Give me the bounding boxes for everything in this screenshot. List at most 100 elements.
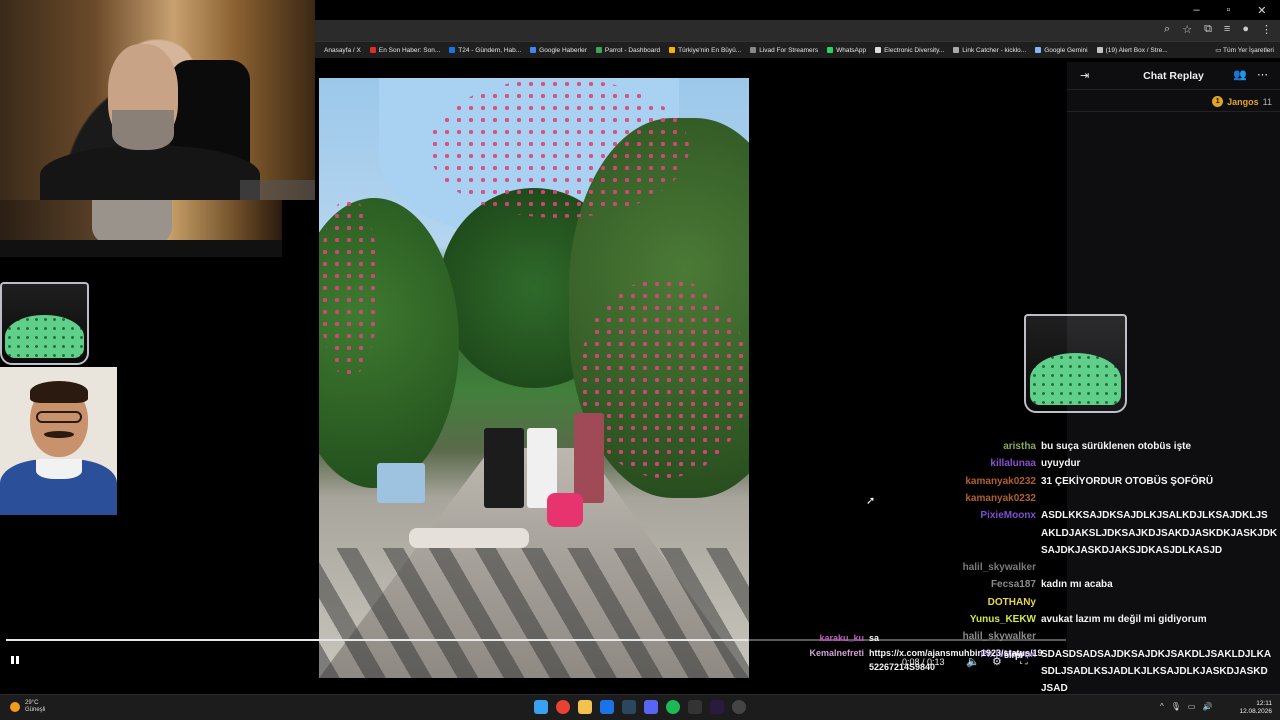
browser-toolbar: ⌕ ☆ ⧉ ≡ ● ⋮ <box>315 20 1280 42</box>
next-app-icon[interactable] <box>710 700 724 714</box>
steam-icon[interactable] <box>622 700 636 714</box>
chat-username[interactable]: halil_skywalker <box>963 628 1036 645</box>
network-icon[interactable]: ▭ <box>1188 702 1196 711</box>
bookmark-favicon-icon <box>827 47 834 53</box>
bookmark-label: En Son Haber: Son... <box>378 46 441 54</box>
divider <box>1067 111 1280 112</box>
pinned-username: Jangos <box>1227 96 1259 107</box>
chat-text: bu suça sürüklenen otobüs işte <box>1041 441 1192 452</box>
discord-icon[interactable] <box>644 700 658 714</box>
clock-date: 12.08.2026 <box>1239 708 1272 715</box>
bookmark-label: Link Catcher - kicklo... <box>962 46 1027 54</box>
bookmark-favicon-icon <box>875 47 882 53</box>
bookmark-item[interactable]: Anasayfa / X <box>324 47 361 54</box>
bookmark-favicon-icon <box>953 47 960 53</box>
bookmark-item[interactable]: WhatsApp <box>827 47 866 54</box>
spotify-icon[interactable] <box>666 700 680 714</box>
user-list-icon[interactable]: 👥 <box>1233 68 1247 81</box>
video-frame[interactable] <box>319 78 749 678</box>
overlay-chat-username[interactable]: Kemalnefreti <box>809 645 864 662</box>
bookmark-favicon-icon <box>449 47 456 53</box>
profile-icon[interactable]: ● <box>1242 23 1249 36</box>
bookmark-item[interactable]: Türkiye'nin En Büyü... <box>669 47 741 54</box>
weather-temp: 29°C <box>25 700 39 706</box>
window-controls: – ▫ ✕ <box>1180 0 1280 20</box>
zoom-icon[interactable]: ⌕ <box>1164 23 1170 36</box>
bookmark-label: Türkiye'nin En Büyü... <box>678 46 742 54</box>
bookmark-item[interactable]: En Son Haber: Son... <box>369 46 441 54</box>
obs-icon[interactable] <box>732 700 746 714</box>
bookmark-item[interactable]: Google Gemini <box>1035 46 1088 54</box>
pause-icon <box>11 656 19 664</box>
video-progress-fill <box>6 639 748 641</box>
extensions-icon[interactable]: ⧉ <box>1204 23 1212 36</box>
clock-time: 12:11 <box>1256 700 1272 707</box>
taskbar: 29°C Güneşli ^ 🎙 ▭ 🔊 12:11 12.08.2026 <box>0 694 1280 720</box>
chat-text: kadın mı acaba <box>1041 579 1113 591</box>
volume-tray-icon[interactable]: 🔊 <box>1202 702 1212 711</box>
chat-text: uyuydur <box>1041 458 1081 470</box>
pinned-count: 11 <box>1262 96 1272 107</box>
bookmark-favicon-icon <box>750 47 757 53</box>
bookmark-item[interactable]: (19) Alert Box / Stre... <box>1096 46 1168 54</box>
rank-badge-icon: 1 <box>1212 96 1224 107</box>
bookmarks-bar: Anasayfa / X En Son Haber: Son... T24 - Gü… <box>315 42 1280 58</box>
chat-username[interactable]: Yunus_KEKW <box>970 611 1036 628</box>
sun-icon <box>10 702 20 712</box>
chat-username[interactable]: aristha <box>1003 438 1036 455</box>
chevron-up-icon[interactable]: ^ <box>1160 702 1164 711</box>
maximize-button[interactable]: ▫ <box>1226 4 1230 16</box>
start-button-icon[interactable] <box>534 700 548 714</box>
weather-widget[interactable]: 29°C Güneşli <box>10 700 45 714</box>
close-button[interactable]: ✕ <box>1257 4 1266 17</box>
chat-text: SAJDKJASKDJAKSJDKASJDLKASJD <box>1041 544 1223 556</box>
more-options-icon[interactable]: ⋯ <box>1257 68 1268 81</box>
bookmark-label: (19) Alert Box / Stre... <box>1105 46 1168 54</box>
list-icon[interactable]: ≡ <box>1224 23 1230 36</box>
bookmark-label: WhatsApp <box>836 46 867 54</box>
bookmark-favicon-icon <box>595 47 602 53</box>
weather-desc: Güneşli <box>25 707 46 713</box>
webcam-main <box>0 0 315 200</box>
bookmark-label: Parrot - Dashboard <box>604 46 661 54</box>
bookmark-favicon-icon <box>369 47 376 53</box>
star-icon[interactable]: ☆ <box>1182 23 1192 36</box>
pause-button[interactable] <box>10 654 24 668</box>
system-tray: ^ 🎙 ▭ 🔊 <box>1160 702 1212 711</box>
bookmark-label: Google Gemini <box>1044 46 1088 54</box>
chat-text: ASDLKKSAJDKSAJDLKJSALKDJLKSAJDKLJS <box>1041 510 1268 522</box>
chat-username[interactable]: kamanyak0232 <box>965 490 1036 507</box>
epic-games-icon[interactable] <box>688 700 702 714</box>
bookmark-item[interactable]: T24 - Gündem, Hab... <box>449 47 521 54</box>
chat-username[interactable]: kamanyak0232 <box>965 473 1036 490</box>
bookmark-favicon-icon <box>1096 47 1103 53</box>
bookmark-favicon-icon <box>1035 47 1042 53</box>
edge-icon[interactable] <box>600 700 614 714</box>
all-bookmarks-button[interactable]: ▭ Tüm Yer İşaretleri <box>1215 42 1274 58</box>
chat-text: SDLJSADLKSJADLKJLKSAJDLKJASKDJASKD <box>1041 665 1268 677</box>
jar-widget-right <box>1024 314 1127 413</box>
bookmark-item[interactable]: Electronic Diversity... <box>875 47 944 54</box>
bookmark-item[interactable]: Livad For Streamers <box>750 47 818 54</box>
chat-username[interactable]: killalunaa <box>990 455 1036 472</box>
chat-username[interactable]: DOTHANy <box>988 594 1036 611</box>
file-explorer-icon[interactable] <box>578 700 592 714</box>
chat-username[interactable]: PixieMoonx <box>980 507 1036 524</box>
bookmark-item[interactable]: Parrot - Dashboard <box>595 46 661 54</box>
clock[interactable]: 12:11 12.08.2026 <box>1239 700 1272 716</box>
mic-icon[interactable]: 🎙 <box>1171 702 1181 711</box>
webcam-secondary <box>0 200 282 257</box>
jar-widget-left <box>0 282 89 365</box>
minimize-button[interactable]: – <box>1193 4 1199 16</box>
chat-username[interactable]: Fecsa187 <box>991 576 1036 593</box>
menu-icon[interactable]: ⋮ <box>1261 23 1272 36</box>
chrome-icon[interactable] <box>556 700 570 714</box>
bookmark-favicon-icon <box>669 47 676 53</box>
chat-text: AKLDJAKSLJDKSAJKDJSAKDJASKDKJASKJDK <box>1041 527 1278 539</box>
chat-username[interactable]: halil_skywalker <box>963 559 1036 576</box>
streamer-avatar-image <box>0 367 117 515</box>
pinned-leaderboard: 1 Jangos 11 <box>1212 96 1272 107</box>
bookmark-item[interactable]: Link Catcher - kicklo... <box>953 47 1026 54</box>
bookmark-item[interactable]: Google Haberler <box>530 47 587 54</box>
overlay-chat-text: sirpi <box>1004 650 1024 660</box>
